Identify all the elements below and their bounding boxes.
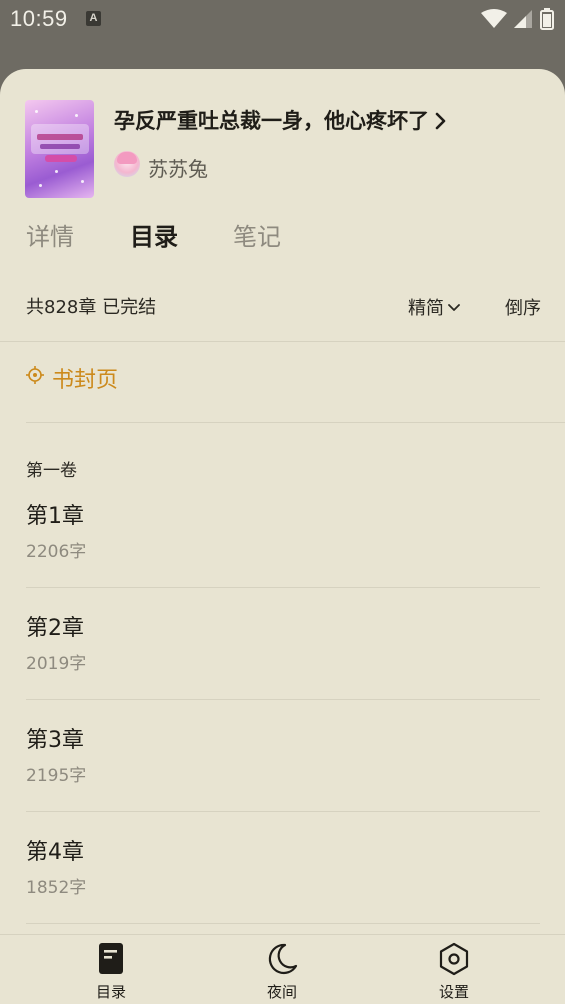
chapter-word-count: 2195字	[26, 766, 87, 786]
simplified-label: 精简	[408, 298, 444, 319]
moon-icon	[268, 943, 298, 975]
book-icon	[99, 943, 123, 974]
battery-icon	[540, 8, 554, 30]
status-time: 10:59	[10, 6, 68, 31]
nav-label: 设置	[438, 983, 469, 1001]
nav-label: 目录	[95, 983, 126, 1001]
chapter-title: 第1章	[26, 504, 84, 529]
simplified-dropdown[interactable]: 精简	[408, 294, 460, 320]
chapter-item[interactable]: 第1章 2206字	[0, 498, 565, 610]
nav-label: 夜间	[266, 983, 297, 1001]
book-title[interactable]: 孕反严重吐总裁一身，他心疼坏了	[114, 105, 447, 135]
tab-notes[interactable]: 笔记	[233, 217, 281, 252]
chapter-word-count: 1852字	[26, 878, 87, 898]
chapter-title: 第3章	[26, 728, 84, 753]
divider	[26, 811, 540, 812]
volume-title: 第一卷	[26, 461, 77, 481]
bottom-nav: 目录 夜间 设置	[0, 934, 565, 1004]
divider	[26, 422, 565, 423]
chapter-item[interactable]: 第3章 2195字	[0, 722, 565, 834]
chevron-down-icon	[448, 304, 460, 311]
divider	[0, 341, 565, 342]
divider	[26, 699, 540, 700]
signal-icon	[513, 10, 532, 28]
author-avatar	[114, 151, 140, 177]
nav-catalog-button[interactable]: 目录	[56, 935, 166, 1004]
chapter-word-count: 2019字	[26, 654, 87, 674]
locate-icon	[26, 366, 44, 384]
nav-night-button[interactable]: 夜间	[227, 935, 337, 1004]
cover-page-label: 书封页	[52, 368, 119, 393]
divider	[26, 587, 540, 588]
chapter-word-count: 2206字	[26, 542, 87, 562]
book-title-text: 孕反严重吐总裁一身，他心疼坏了	[114, 109, 429, 133]
chapter-summary: 共828章 已完结	[26, 297, 157, 318]
wifi-icon	[480, 9, 507, 28]
chapter-item[interactable]: 第2章 2019字	[0, 610, 565, 722]
author-name[interactable]: 苏苏兔	[148, 153, 208, 182]
hexagon-settings-icon	[439, 942, 469, 976]
book-cover-image[interactable]	[25, 100, 94, 198]
chevron-right-icon	[435, 112, 446, 130]
reverse-order-button[interactable]: 倒序	[505, 294, 541, 320]
chapter-title: 第2章	[26, 616, 84, 641]
divider	[26, 923, 540, 924]
status-icons	[480, 8, 555, 30]
chapter-title: 第4章	[26, 840, 84, 865]
nav-settings-button[interactable]: 设置	[399, 935, 509, 1004]
tab-details[interactable]: 详情	[26, 217, 74, 252]
tab-catalog[interactable]: 目录	[130, 217, 178, 252]
status-bar: 10:59 A	[0, 0, 565, 38]
catalog-sheet: 孕反严重吐总裁一身，他心疼坏了 苏苏兔 详情 目录 笔记 共828章 已完结 精…	[0, 69, 565, 1004]
a-icon: A	[86, 11, 101, 26]
chapter-item[interactable]: 第4章 1852字	[0, 834, 565, 946]
